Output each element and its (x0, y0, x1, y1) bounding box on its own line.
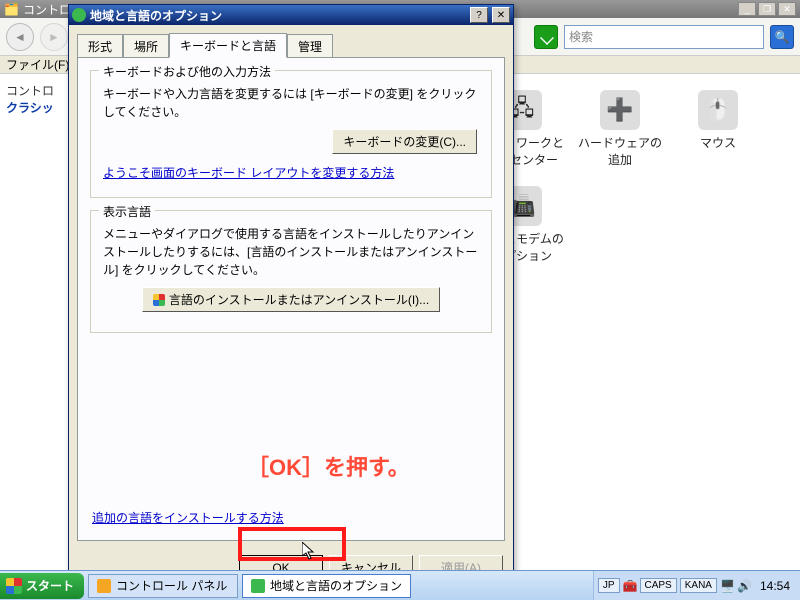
ime-lang-indicator[interactable]: JP (598, 578, 620, 593)
region-language-dialog: 地域と言語のオプション ? ✕ 形式場所キーボードと言語管理 キーボードおよび他… (68, 4, 514, 591)
cp-item-label: ハードウェアの追加 (576, 134, 664, 168)
task-icon (97, 579, 111, 593)
tab-0[interactable]: 形式 (77, 34, 123, 58)
task-label: コントロール パネル (116, 577, 227, 594)
refresh-button[interactable] (534, 25, 558, 49)
dialog-title: 地域と言語のオプション (90, 7, 466, 24)
kana-indicator: KANA (680, 578, 717, 593)
clock[interactable]: 14:54 (754, 579, 796, 593)
tray-volume-icon[interactable]: 🔊 (737, 579, 751, 593)
forward-button: ► (40, 23, 68, 51)
install-uninstall-language-button[interactable]: 言語のインストールまたはアンインストール(I)... (142, 287, 440, 312)
search-go-button[interactable]: 🔍 (770, 25, 794, 49)
ime-tool-icon[interactable]: 🧰 (623, 579, 637, 593)
welcome-keyboard-layout-link[interactable]: ようこそ画面のキーボード レイアウトを変更する方法 (103, 164, 394, 181)
maximize-button[interactable]: ❐ (758, 2, 776, 16)
group-title: キーボードおよび他の入力方法 (99, 63, 275, 80)
keyboard-help-text: キーボードや入力言語を変更するには [キーボードの変更] をクリックしてください… (103, 85, 479, 121)
help-button[interactable]: ? (470, 7, 488, 23)
system-tray: JP 🧰 CAPS KANA 🖥️ 🔊 14:54 (593, 571, 800, 600)
task-icon (251, 579, 265, 593)
tab-3[interactable]: 管理 (287, 34, 333, 58)
windows-flag-icon (6, 578, 22, 594)
tab-1[interactable]: 場所 (123, 34, 169, 58)
display-language-group: 表示言語 メニューやダイアログで使用する言語をインストールしたりアンインストール… (90, 210, 492, 333)
install-additional-languages-link[interactable]: 追加の言語をインストールする方法 (92, 509, 284, 526)
task-label: 地域と言語のオプション (270, 577, 402, 594)
taskbar: スタート コントロール パネル 地域と言語のオプション JP 🧰 CAPS KAN… (0, 570, 800, 600)
file-menu[interactable]: ファイル(F) (6, 56, 69, 73)
control-panel-item[interactable]: 🖱️ マウス (674, 90, 762, 168)
annotation-highlight-box (238, 527, 346, 561)
folder-icon: 🗂️ (4, 2, 19, 16)
globe-icon (72, 8, 86, 22)
left-pane: コントロクラシッ (0, 74, 68, 574)
display-language-help-text: メニューやダイアログで使用する言語をインストールしたりアンインストールしたりする… (103, 225, 479, 279)
cp-item-icon: ➕ (600, 90, 640, 130)
annotation-text: ［OK］を押す。 (247, 450, 410, 482)
control-panel-item[interactable]: ➕ ハードウェアの追加 (576, 90, 664, 168)
minimize-button[interactable]: _ (738, 2, 756, 16)
cp-item-label: マウス (700, 134, 736, 151)
keyboard-input-group: キーボードおよび他の入力方法 キーボードや入力言語を変更するには [キーボードの… (90, 70, 492, 198)
sidebar-link-1[interactable]: クラシッ (6, 99, 62, 116)
group-title: 表示言語 (99, 203, 155, 220)
sidebar-link-0[interactable]: コントロ (6, 82, 62, 99)
start-button[interactable]: スタート (0, 573, 84, 599)
tray-display-icon[interactable]: 🖥️ (720, 579, 734, 593)
search-input[interactable]: 検索 (564, 25, 764, 49)
caps-indicator: CAPS (640, 578, 677, 593)
shield-icon (153, 294, 165, 306)
close-button[interactable]: ✕ (778, 2, 796, 16)
tab-strip: 形式場所キーボードと言語管理 (69, 25, 513, 57)
taskbar-task-1[interactable]: 地域と言語のオプション (242, 574, 411, 598)
cp-item-icon: 🖱️ (698, 90, 738, 130)
change-keyboard-button[interactable]: キーボードの変更(C)... (332, 129, 477, 154)
taskbar-task-0[interactable]: コントロール パネル (88, 574, 238, 598)
back-button[interactable]: ◄ (6, 23, 34, 51)
tab-2[interactable]: キーボードと言語 (169, 33, 287, 58)
dialog-titlebar[interactable]: 地域と言語のオプション ? ✕ (69, 5, 513, 25)
dialog-close-button[interactable]: ✕ (492, 7, 510, 23)
